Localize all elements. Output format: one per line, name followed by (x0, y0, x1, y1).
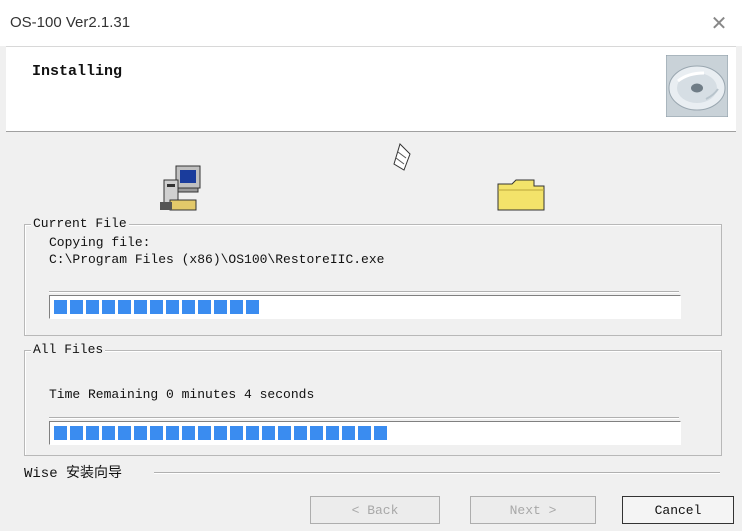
progress-segment (230, 300, 243, 314)
next-button[interactable]: Next > (470, 496, 596, 524)
progress-segment (86, 426, 99, 440)
page-title: Installing (32, 63, 123, 80)
disc-icon (666, 55, 728, 117)
current-file-progress-fill (54, 300, 259, 314)
progress-segment (342, 426, 355, 440)
progress-segment (326, 426, 339, 440)
wise-brand: Wise 安装向导 (24, 466, 123, 482)
progress-segment (134, 426, 147, 440)
time-remaining: Time Remaining 0 minutes 4 seconds (49, 387, 315, 402)
progress-segment (70, 426, 83, 440)
progress-segment (118, 300, 131, 314)
folder-icon (497, 179, 545, 211)
progress-segment (166, 300, 179, 314)
installer-header: Installing (6, 46, 736, 132)
file-path: C:\Program Files (x86)\OS100\RestoreIIC.… (49, 252, 385, 267)
footer-divider (154, 472, 720, 474)
progress-segment (102, 426, 115, 440)
progress-segment (310, 426, 323, 440)
current-file-group: Current File Copying file: C:\Program Fi… (24, 216, 722, 336)
progress-segment (182, 426, 195, 440)
progress-segment (294, 426, 307, 440)
current-file-divider (49, 291, 679, 293)
progress-segment (262, 426, 275, 440)
current-file-legend: Current File (31, 216, 129, 231)
progress-segment (230, 426, 243, 440)
paper-icon (393, 143, 411, 171)
progress-segment (70, 300, 83, 314)
all-files-progress (49, 421, 681, 445)
computer-install-icon (160, 165, 201, 211)
progress-segment (214, 426, 227, 440)
current-file-progress (49, 295, 681, 319)
progress-segment (102, 300, 115, 314)
progress-segment (86, 300, 99, 314)
progress-segment (246, 300, 259, 314)
all-files-divider (49, 417, 679, 419)
progress-segment (214, 300, 227, 314)
title-bar: OS-100 Ver2.1.31 ✕ (0, 0, 742, 46)
progress-segment (54, 300, 67, 314)
progress-segment (358, 426, 371, 440)
progress-segment (134, 300, 147, 314)
progress-segment (54, 426, 67, 440)
back-button[interactable]: < Back (310, 496, 440, 524)
progress-segment (246, 426, 259, 440)
cancel-button[interactable]: Cancel (622, 496, 734, 524)
progress-segment (374, 426, 387, 440)
installer-window: OS-100 Ver2.1.31 ✕ Installing Current Fi… (0, 0, 742, 531)
progress-segment (150, 426, 163, 440)
all-files-group: All Files Time Remaining 0 minutes 4 sec… (24, 342, 722, 456)
progress-segment (150, 300, 163, 314)
copying-label: Copying file: (49, 235, 151, 250)
close-icon[interactable]: ✕ (704, 8, 734, 38)
window-title: OS-100 Ver2.1.31 (10, 14, 131, 31)
progress-segment (278, 426, 291, 440)
progress-segment (198, 426, 211, 440)
progress-segment (118, 426, 131, 440)
progress-segment (166, 426, 179, 440)
all-files-legend: All Files (31, 342, 106, 357)
progress-segment (198, 300, 211, 314)
all-files-progress-fill (54, 426, 396, 440)
progress-segment (182, 300, 195, 314)
